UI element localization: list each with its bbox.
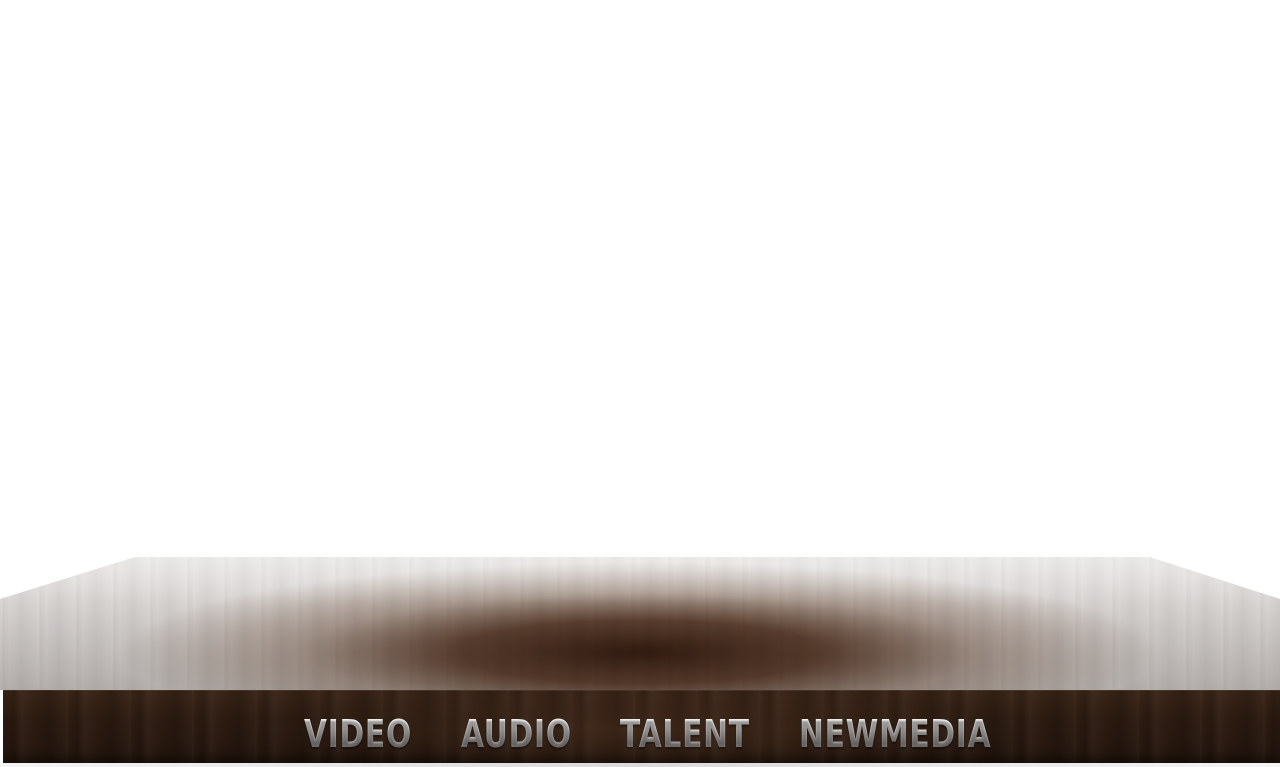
- nav-item-audio[interactable]: AUDIO: [461, 712, 572, 756]
- nav-item-video[interactable]: VIDEO: [304, 712, 412, 756]
- nav-item-talent[interactable]: TALENT: [620, 712, 750, 756]
- table-top-shading: [0, 557, 1280, 690]
- main-navigation: VIDEO AUDIO TALENT NEWMEDIA: [0, 690, 1280, 763]
- page-stage: VIDEO AUDIO TALENT NEWMEDIA: [0, 0, 1280, 767]
- nav-item-newmedia[interactable]: NEWMEDIA: [799, 712, 991, 756]
- bottom-edge-strip: [0, 763, 1280, 767]
